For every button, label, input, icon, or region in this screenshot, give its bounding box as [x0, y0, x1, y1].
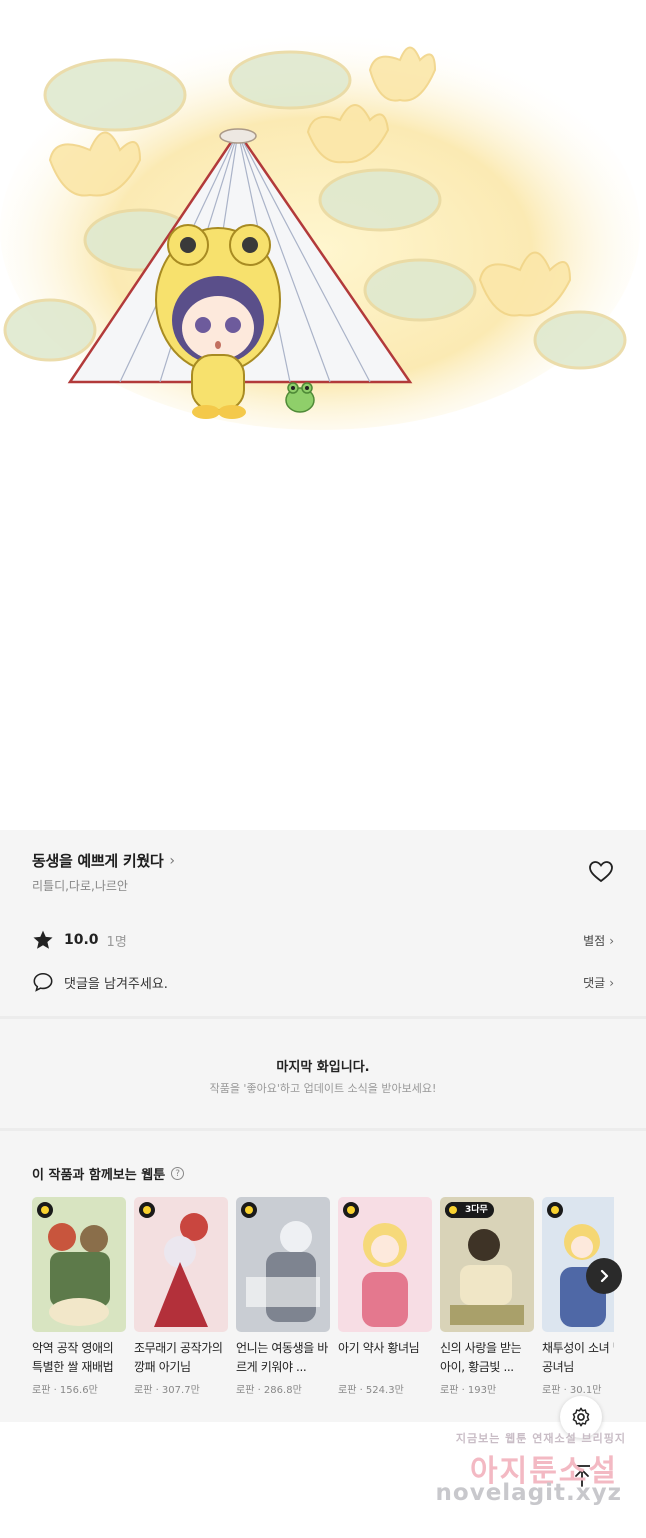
rating-count: 1명 — [106, 934, 127, 950]
last-episode-subtitle: 작품을 '좋아요'하고 업데이트 소식을 받아보세요! — [209, 1082, 437, 1095]
chevron-right-icon: › — [169, 852, 175, 869]
chevron-right-icon — [600, 1269, 609, 1283]
series-title[interactable]: 동생을 예쁘게 키웠다 — [32, 850, 164, 871]
recommendation-card[interactable]: 악역 공작 영애의 특별한 쌀 재배법 로판 · 156.6만 — [32, 1197, 126, 1396]
clock-badge-icon — [445, 1202, 461, 1218]
clock-badge-icon — [37, 1202, 53, 1218]
clock-badge-icon — [547, 1202, 563, 1218]
comments-link-label: 댓글 — [583, 975, 606, 990]
recommendation-thumbnail[interactable] — [236, 1197, 330, 1332]
recommendation-name[interactable]: 언니는 여동생을 바르게 키워야 ... — [236, 1339, 330, 1377]
recommendation-name[interactable]: 신의 사랑을 받는 아이, 황금빛 ... — [440, 1339, 534, 1377]
series-title-link[interactable]: 동생을 예쁘게 키웠다 › — [32, 850, 175, 871]
divider — [0, 1016, 646, 1019]
divider — [0, 1128, 646, 1131]
watermark-url: novelagit.xyz — [435, 1480, 622, 1506]
recommendation-card[interactable]: 3다무 신의 사랑을 받는 아이, 황금빛 ... 로판 · 193만 — [440, 1197, 534, 1396]
recommendation-thumbnail[interactable] — [338, 1197, 432, 1332]
chevron-right-icon: › — [609, 975, 614, 990]
recommendation-thumbnail[interactable] — [32, 1197, 126, 1332]
recommendation-card[interactable]: 조무래기 공작가의 깡패 아기님 로판 · 307.7만 — [134, 1197, 228, 1396]
rating-row: 10.0 1명 별점 › — [32, 928, 614, 952]
recommendation-name[interactable]: 악역 공작 영애의 특별한 쌀 재배법 — [32, 1339, 126, 1377]
last-episode-title: 마지막 화입니다. — [276, 1060, 370, 1075]
star-icon — [33, 930, 53, 949]
clock-badge-icon — [343, 1202, 359, 1218]
comment-prompt[interactable]: 댓글을 남겨주세요. — [64, 973, 168, 992]
episode-info-panel: 동생을 예쁘게 키웠다 › 리틀디,다로,나르안 10.0 1명 별점 › 댓글을… — [0, 830, 646, 1422]
chibi-tent-illustration — [0, 30, 640, 430]
recommendation-name[interactable]: 채투성이 소녀 빛의 공녀님 — [542, 1339, 614, 1377]
chevron-right-icon: › — [609, 933, 614, 948]
recommendation-card[interactable]: 언니는 여동생을 바르게 키워야 ... 로판 · 286.8만 — [236, 1197, 330, 1396]
heart-outline-icon[interactable] — [588, 860, 614, 884]
recommendation-meta: 로판 · 307.7만 — [134, 1385, 200, 1396]
rating-score: 10.0 — [64, 932, 99, 948]
recommendation-meta: 로판 · 524.3만 — [338, 1385, 404, 1396]
rating-link-label: 별점 — [583, 933, 606, 948]
recommendation-name[interactable]: 아기 약사 황녀님 — [338, 1339, 432, 1377]
carousel-next-button[interactable] — [586, 1258, 622, 1294]
recommendation-name[interactable]: 조무래기 공작가의 깡패 아기님 — [134, 1339, 228, 1377]
rating-link[interactable]: 별점 › — [583, 932, 614, 949]
viewer-page: 동생을 예쁘게 키웠다 › 리틀디,다로,나르안 10.0 1명 별점 › 댓글을… — [0, 0, 646, 1538]
recommendation-meta: 로판 · 30.1만 — [542, 1385, 602, 1396]
recommendations-title-text: 이 작품과 함께보는 웹툰 — [32, 1168, 166, 1183]
recommendation-meta: 로판 · 193만 — [440, 1385, 497, 1396]
recommendations-list: 악역 공작 영애의 특별한 쌀 재배법 로판 · 156.6만 조무래기 공작가… — [32, 1197, 614, 1397]
recommendation-thumbnail[interactable]: 3다무 — [440, 1197, 534, 1332]
comments-link[interactable]: 댓글 › — [583, 974, 614, 991]
episode-artwork — [0, 0, 646, 830]
recommendations-title: 이 작품과 함께보는 웹툰 ? — [32, 1164, 185, 1183]
speech-bubble-icon — [33, 972, 53, 992]
recommendation-card[interactable]: 채투성이 소녀 빛의 공녀님 로판 · 30.1만 — [542, 1197, 614, 1396]
series-authors: 리틀디,다로,나르안 — [32, 879, 128, 893]
clock-badge-icon — [139, 1202, 155, 1218]
recommendation-meta: 로판 · 156.6만 — [32, 1385, 98, 1396]
recommendation-thumbnail[interactable] — [134, 1197, 228, 1332]
watermark-tagline: 지금보는 웹툰 연재소설 브리핑지 — [455, 1432, 626, 1445]
gear-icon — [572, 1407, 590, 1427]
comment-row[interactable]: 댓글을 남겨주세요. 댓글 › — [32, 970, 614, 994]
clock-badge-icon — [241, 1202, 257, 1218]
recommendation-meta: 로판 · 286.8만 — [236, 1385, 302, 1396]
recommendation-card[interactable]: 아기 약사 황녀님 로판 · 524.3만 — [338, 1197, 432, 1396]
help-icon[interactable]: ? — [171, 1167, 185, 1180]
